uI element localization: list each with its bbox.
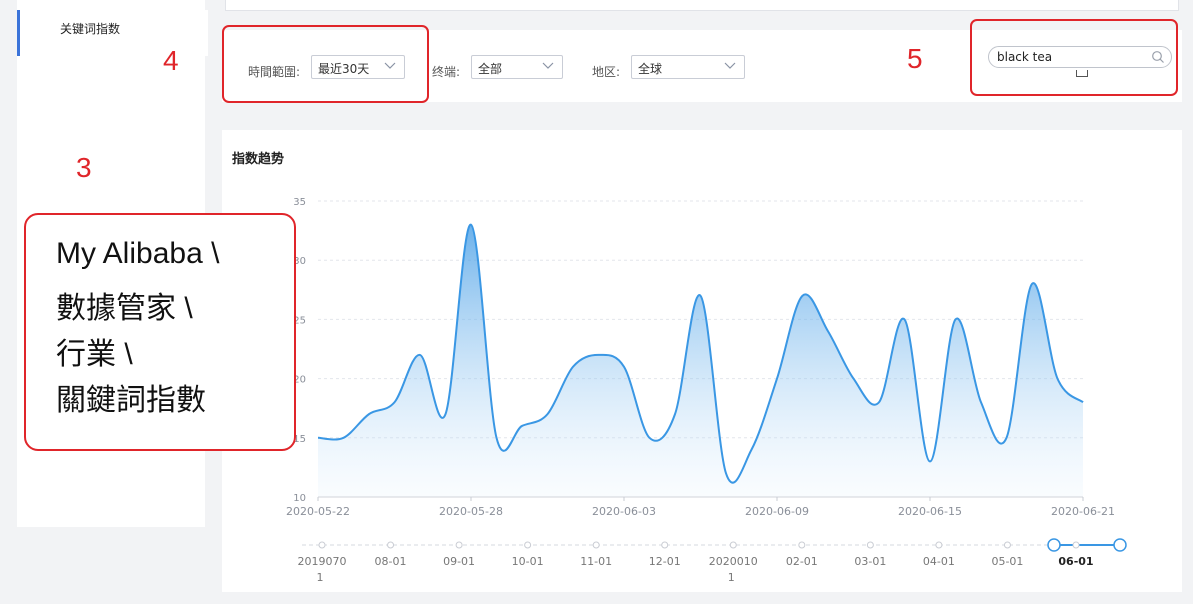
note-line-1: My Alibaba \ <box>56 237 220 270</box>
timeline-point[interactable] <box>866 541 874 549</box>
annotation-box-time-range <box>222 25 429 103</box>
timeline-point[interactable] <box>592 541 600 549</box>
timeline-label[interactable]: 05-01 <box>991 555 1023 568</box>
timeline-label[interactable]: 1 <box>728 571 735 584</box>
note-line-4: 關鍵詞指數 <box>56 384 206 417</box>
annotation-box-search <box>970 19 1178 96</box>
x-tick-label: 2020-06-15 <box>898 505 962 518</box>
trend-area <box>318 224 1083 497</box>
timeline-label[interactable]: 04-01 <box>923 555 955 568</box>
timeline-point[interactable] <box>661 541 669 549</box>
timeline-point[interactable] <box>524 541 532 549</box>
x-tick-label: 2020-05-22 <box>286 505 350 518</box>
x-tick-label: 2020-06-09 <box>745 505 809 518</box>
timeline-label[interactable]: 12-01 <box>649 555 681 568</box>
timeline-label[interactable]: 09-01 <box>443 555 475 568</box>
timeline-label[interactable]: 08-01 <box>375 555 407 568</box>
timeline-label[interactable]: 2019070 <box>298 555 347 568</box>
annotation-number-5: 5 <box>907 43 923 74</box>
timeline-label[interactable]: 2020010 <box>709 555 758 568</box>
timeline-handle-start[interactable] <box>1047 538 1061 552</box>
timeline-point[interactable] <box>1003 541 1011 549</box>
timeline-point[interactable] <box>318 541 326 549</box>
timeline-point[interactable] <box>935 541 943 549</box>
note-line-3: 行業 \ <box>56 338 133 371</box>
x-tick-label: 2020-06-21 <box>1051 505 1115 518</box>
navigation-path-note: My Alibaba \ 數據管家 \ 行業 \ 關鍵詞指數 <box>24 213 296 451</box>
note-line-2: 數據管家 \ <box>56 292 193 325</box>
timeline-label[interactable]: 11-01 <box>580 555 612 568</box>
timeline-label[interactable]: 10-01 <box>512 555 544 568</box>
x-tick-label: 2020-05-28 <box>439 505 503 518</box>
timeline-label[interactable]: 02-01 <box>786 555 818 568</box>
y-tick-label: 35 <box>293 197 306 208</box>
y-tick-label: 10 <box>293 493 306 504</box>
timeline-handle-end[interactable] <box>1113 538 1127 552</box>
timeline-point[interactable] <box>455 541 463 549</box>
timeline-label[interactable]: 03-01 <box>854 555 886 568</box>
timeline-point[interactable] <box>387 541 395 549</box>
timeline-label[interactable]: 1 <box>317 571 324 584</box>
annotation-number-4: 4 <box>163 45 179 76</box>
timeline-label[interactable]: 06-01 <box>1058 555 1093 568</box>
x-tick-label: 2020-06-03 <box>592 505 656 518</box>
annotation-number-3: 3 <box>76 152 92 183</box>
timeline-point[interactable] <box>729 541 737 549</box>
timeline-point[interactable] <box>798 541 806 549</box>
timeline-point[interactable] <box>1072 541 1080 549</box>
